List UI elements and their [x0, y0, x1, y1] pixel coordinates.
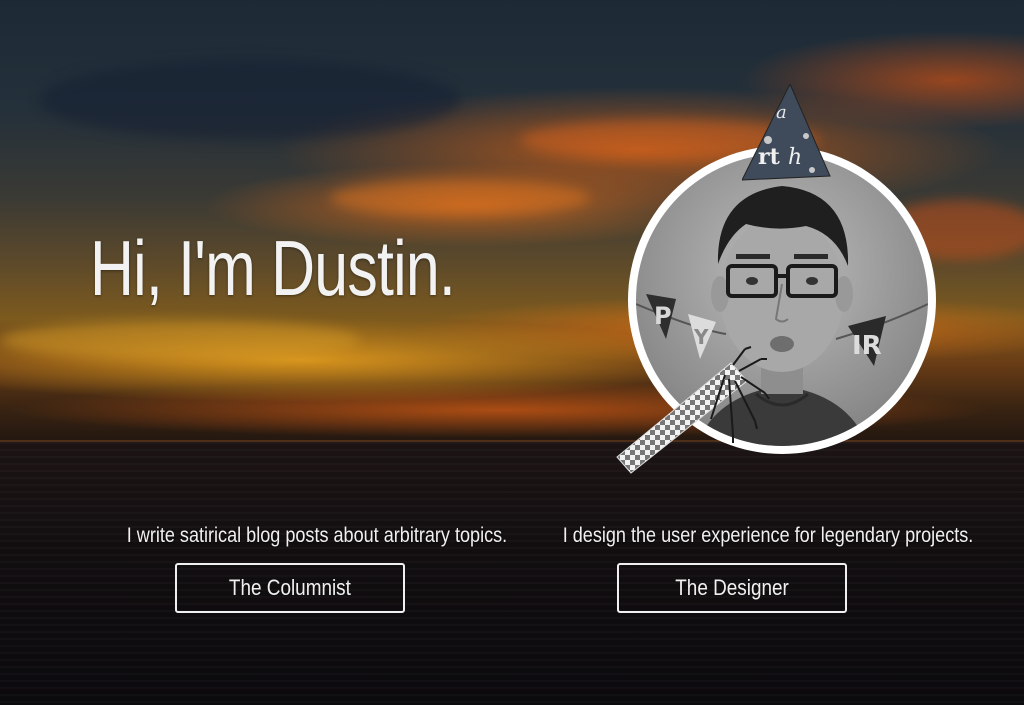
cloud: [0, 320, 360, 360]
page-title: Hi, I'm Dustin.: [90, 224, 456, 312]
ocean-background: [0, 442, 1024, 705]
designer-column: I design the user experience for legenda…: [535, 524, 974, 613]
designer-tagline: I design the user experience for legenda…: [562, 524, 974, 547]
columnist-button[interactable]: The Columnist: [175, 563, 405, 613]
cloud: [40, 60, 460, 140]
hat-letter-icon: rt: [758, 144, 781, 170]
columnist-button-label: The Columnist: [229, 575, 351, 600]
designer-button-label: The Designer: [675, 575, 789, 600]
hero-section: Hi, I'm Dustin. P Y IR a rt h I write sa…: [0, 0, 1024, 705]
hat-letter-icon: h: [788, 145, 802, 170]
svg-text:IR: IR: [852, 331, 882, 361]
cloud: [330, 180, 590, 216]
party-horn-icon: [616, 346, 770, 474]
columnist-tagline: I write satirical blog posts about arbit…: [126, 524, 508, 547]
party-hat-icon: a rt h: [742, 84, 831, 181]
columnist-column: I write satirical blog posts about arbit…: [100, 524, 508, 613]
hat-letter-icon: a: [776, 102, 787, 123]
designer-button[interactable]: The Designer: [617, 563, 847, 613]
svg-text:P: P: [654, 302, 672, 330]
